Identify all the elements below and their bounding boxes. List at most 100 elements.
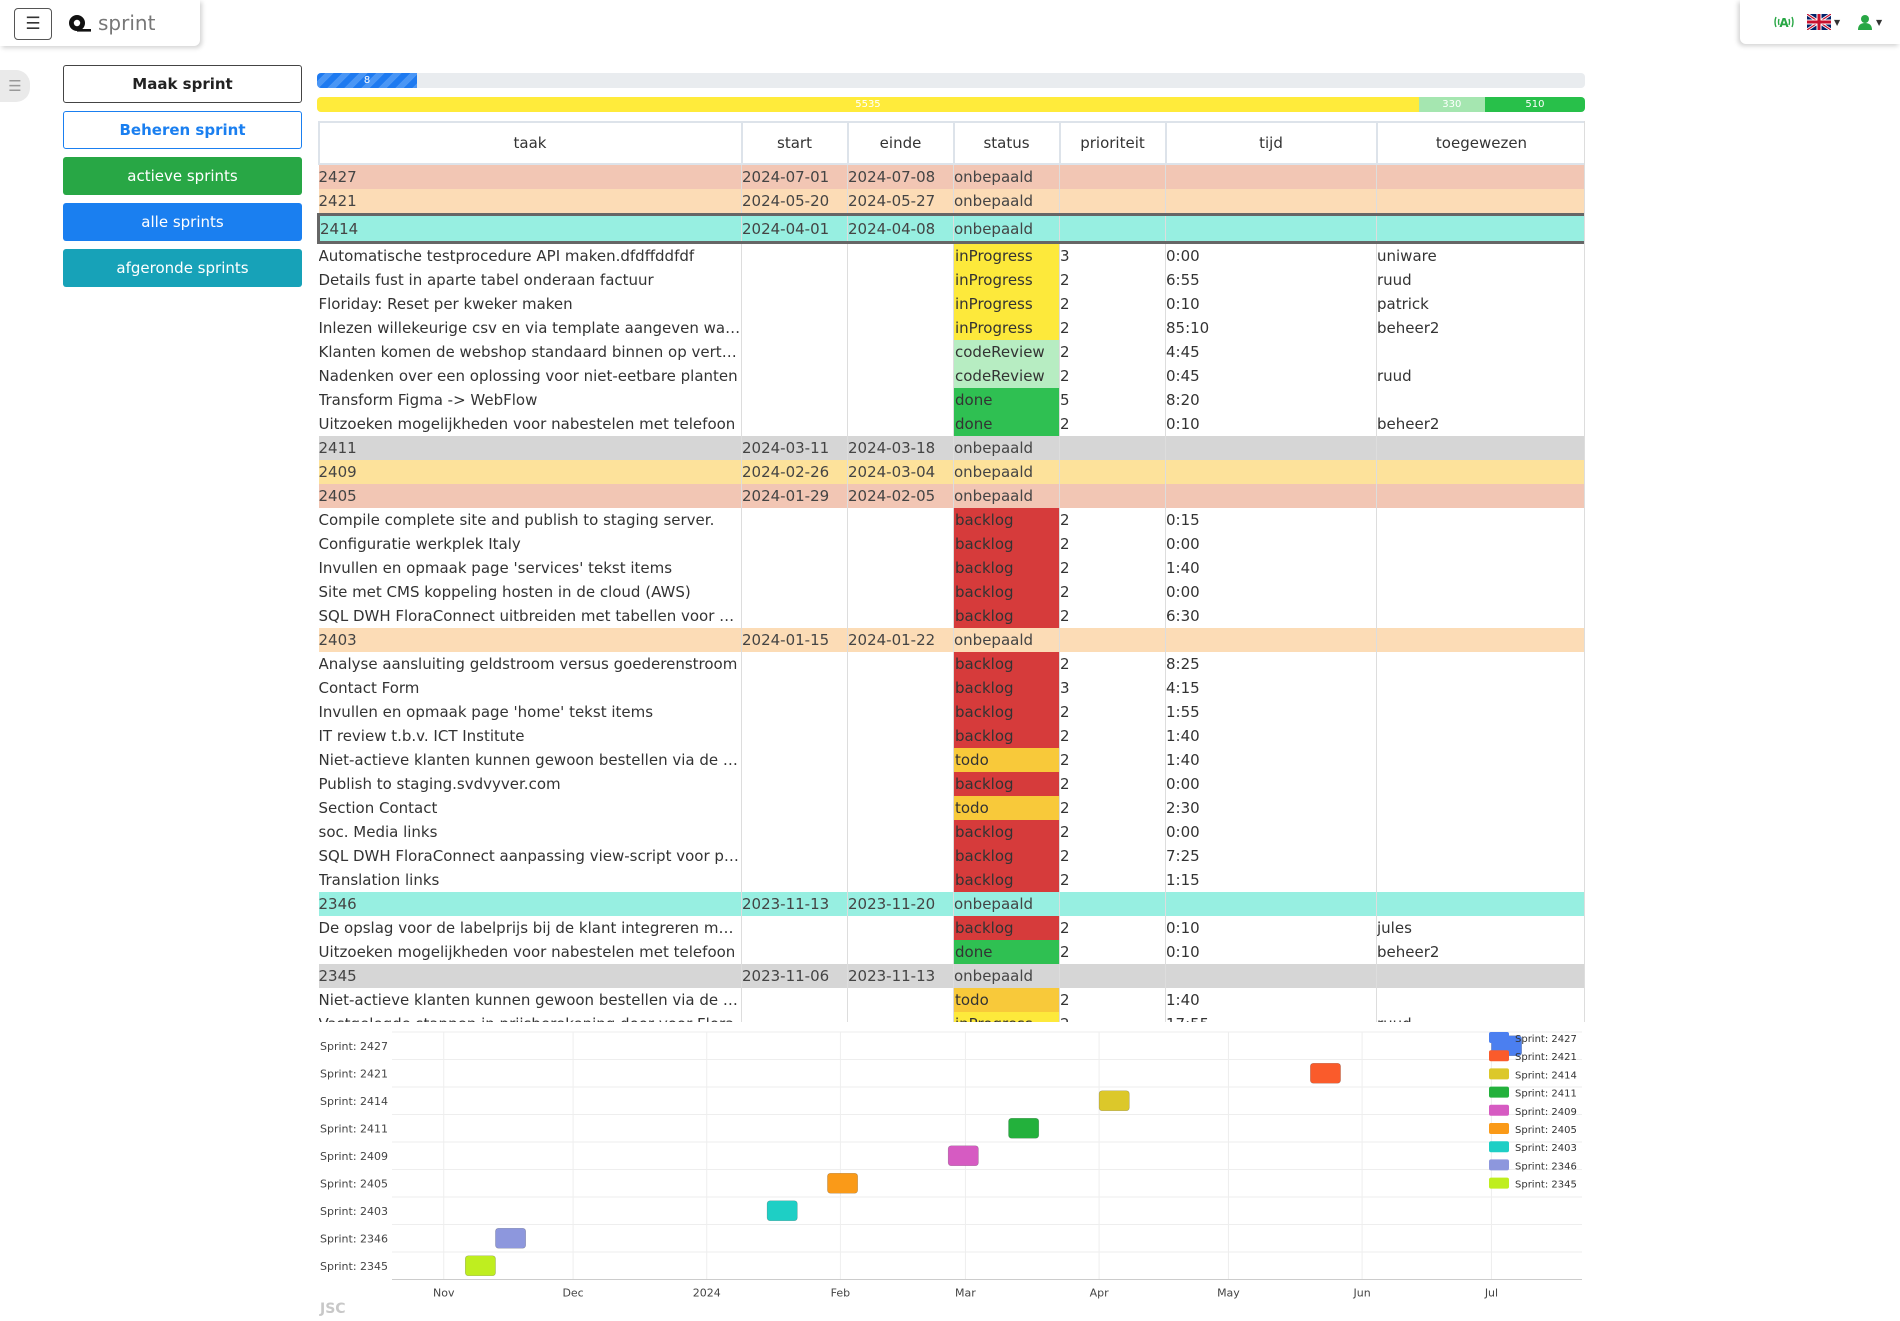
- cell-start: [741, 916, 848, 940]
- column-header-tijd[interactable]: tijd: [1164, 121, 1378, 165]
- task-row[interactable]: Invullen en opmaak page 'home' tekst ite…: [318, 700, 1584, 724]
- watermark-logo: JSC: [319, 1301, 346, 1317]
- cell-einde: 2023-11-20: [847, 892, 954, 916]
- column-header-toegewezen[interactable]: toegewezen: [1375, 121, 1584, 165]
- gantt-bar[interactable]: [766, 1200, 798, 1222]
- cell-start: 2024-01-15: [741, 628, 848, 652]
- task-row[interactable]: Translation links backlog 2 1:15: [318, 868, 1584, 892]
- active-sprints-button[interactable]: actieve sprints: [63, 157, 302, 195]
- task-row[interactable]: Configuratie werkplek Italy backlog 2 0:00: [318, 532, 1584, 556]
- task-row[interactable]: Analyse aansluiting geldstroom versus go…: [318, 652, 1584, 676]
- cell-status: inProgress: [953, 1012, 1060, 1022]
- gantt-bar[interactable]: [1310, 1062, 1341, 1084]
- accessibility-icon[interactable]: A: [1773, 12, 1795, 32]
- cell-toegewezen: [1376, 820, 1584, 844]
- task-row[interactable]: SQL DWH FloraConnect aanpassing view-scr…: [318, 844, 1584, 868]
- task-row[interactable]: Niet-actieve klanten kunnen gewoon beste…: [318, 748, 1584, 772]
- cell-prioriteit: 2: [1059, 772, 1166, 796]
- sprint-row[interactable]: 2427 2024-07-01 2024-07-08 onbepaald: [318, 164, 1584, 189]
- cell-start: 2023-11-13: [741, 892, 848, 916]
- gantt-bar[interactable]: [495, 1227, 526, 1249]
- cell-taak: Vastgelegde stappen in prijsberekening d…: [318, 1012, 742, 1022]
- cell-prioriteit: 2: [1059, 700, 1166, 724]
- sprint-row[interactable]: 2414 2024-04-01 2024-04-08 onbepaald: [317, 213, 1584, 244]
- user-menu[interactable]: ▼: [1857, 12, 1882, 32]
- task-row[interactable]: Automatische testprocedure API maken.dfd…: [318, 242, 1584, 268]
- task-row[interactable]: Uitzoeken mogelijkheden voor nabestelen …: [318, 412, 1584, 436]
- x-tick-label: May: [1217, 1287, 1240, 1300]
- task-row[interactable]: Section Contact todo 2 2:30: [318, 796, 1584, 820]
- task-row[interactable]: Site met CMS koppeling hosten in de clou…: [318, 580, 1584, 604]
- column-header-einde[interactable]: einde: [846, 121, 955, 165]
- gantt-bar[interactable]: [947, 1145, 979, 1167]
- sprint-row[interactable]: 2345 2023-11-06 2023-11-13 onbepaald: [318, 964, 1584, 988]
- task-row[interactable]: Uitzoeken mogelijkheden voor nabestelen …: [318, 940, 1584, 964]
- sprint-row[interactable]: 2403 2024-01-15 2024-01-22 onbepaald: [318, 628, 1584, 652]
- cell-toegewezen: [1376, 532, 1584, 556]
- progress-segment: 510: [1484, 97, 1585, 112]
- column-header-status[interactable]: status: [952, 121, 1061, 165]
- language-select[interactable]: ▼: [1807, 12, 1840, 32]
- task-row[interactable]: Nadenken over een oplossing voor niet-ee…: [318, 364, 1584, 388]
- gantt-bar[interactable]: [1008, 1117, 1040, 1139]
- cell-taak: Automatische testprocedure API maken.dfd…: [318, 242, 742, 268]
- menu-toggle-button[interactable]: ☰: [14, 8, 52, 40]
- all-sprints-button[interactable]: alle sprints: [63, 203, 302, 241]
- cell-start: 2024-07-01: [741, 164, 848, 189]
- cell-tijd: 0:15: [1165, 508, 1377, 532]
- task-row[interactable]: Compile complete site and publish to sta…: [318, 508, 1584, 532]
- cell-status: onbepaald: [953, 484, 1060, 508]
- task-row[interactable]: Publish to staging.svdvyver.com backlog 2 0…: [318, 772, 1584, 796]
- column-header-taak[interactable]: taak: [317, 121, 743, 165]
- x-tick-label: 2024: [693, 1287, 721, 1300]
- column-header-start[interactable]: start: [740, 121, 849, 165]
- cell-toegewezen: [1376, 796, 1584, 820]
- sprint-row[interactable]: 2421 2024-05-20 2024-05-27 onbepaald: [318, 189, 1584, 215]
- cell-start: [741, 724, 848, 748]
- gantt-bar[interactable]: [1098, 1090, 1130, 1112]
- cell-status: inProgress: [953, 316, 1060, 340]
- cell-taak: Nadenken over een oplossing voor niet-ee…: [318, 364, 742, 388]
- cell-start: [741, 340, 848, 364]
- cell-status: onbepaald: [953, 892, 1060, 916]
- cell-tijd: 2:30: [1165, 796, 1377, 820]
- task-row[interactable]: IT review t.b.v. ICT Institute backlog 2 1:…: [318, 724, 1584, 748]
- cell-start: [741, 844, 848, 868]
- sprint-row[interactable]: 2411 2024-03-11 2024-03-18 onbepaald: [318, 436, 1584, 460]
- app-title[interactable]: sprint: [98, 11, 155, 35]
- finished-sprints-button[interactable]: afgeronde sprints: [63, 249, 302, 287]
- task-row[interactable]: Klanten komen de webshop standaard binne…: [318, 340, 1584, 364]
- top-bar: ☰ sprint A ▼ ▼: [0, 0, 1900, 48]
- cell-taak: Floriday: Reset per kweker maken: [318, 292, 742, 316]
- task-row[interactable]: Niet-actieve klanten kunnen gewoon beste…: [318, 988, 1584, 1012]
- sidebar-toggle[interactable]: ☰: [0, 70, 30, 102]
- cell-einde: [847, 580, 954, 604]
- cell-status: todo: [953, 988, 1060, 1012]
- cell-start: [741, 532, 848, 556]
- task-row[interactable]: soc. Media links backlog 2 0:00: [318, 820, 1584, 844]
- sprint-row[interactable]: 2405 2024-01-29 2024-02-05 onbepaald: [318, 484, 1584, 508]
- cell-status: backlog: [953, 676, 1060, 700]
- gantt-bar[interactable]: [464, 1255, 496, 1277]
- task-row[interactable]: SQL DWH FloraConnect uitbreiden met tabe…: [318, 604, 1584, 628]
- task-row[interactable]: Details fust in aparte tabel onderaan fa…: [318, 268, 1584, 292]
- task-row[interactable]: Contact Form backlog 3 4:15: [318, 676, 1584, 700]
- cell-taak: Details fust in aparte tabel onderaan fa…: [318, 268, 742, 292]
- gantt-bar[interactable]: [827, 1172, 858, 1194]
- cell-toegewezen: [1376, 748, 1584, 772]
- task-row[interactable]: Transform Figma -> WebFlow done 5 8:20: [318, 388, 1584, 412]
- cell-start: [741, 868, 848, 892]
- task-row[interactable]: De opslag voor de labelprijs bij de klan…: [318, 916, 1584, 940]
- manage-sprint-button[interactable]: Beheren sprint: [63, 111, 302, 149]
- task-row[interactable]: Vastgelegde stappen in prijsberekening d…: [318, 1012, 1584, 1022]
- task-row[interactable]: Floriday: Reset per kweker maken inProgre…: [318, 292, 1584, 316]
- column-header-prioriteit[interactable]: prioriteit: [1058, 121, 1167, 165]
- sprint-row[interactable]: 2409 2024-02-26 2024-03-04 onbepaald: [318, 460, 1584, 484]
- create-sprint-button[interactable]: Maak sprint: [63, 65, 302, 103]
- sprint-row[interactable]: 2346 2023-11-13 2023-11-20 onbepaald: [318, 892, 1584, 916]
- cell-toegewezen: beheer2: [1376, 940, 1584, 964]
- cell-taak: 2427: [318, 164, 742, 189]
- task-row[interactable]: Invullen en opmaak page 'services' tekst…: [318, 556, 1584, 580]
- cell-einde: [847, 532, 954, 556]
- task-row[interactable]: Inlezen willekeurige csv en via template…: [318, 316, 1584, 340]
